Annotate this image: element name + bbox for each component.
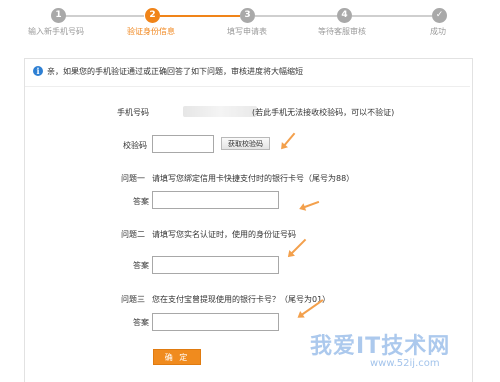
watermark-logo: 我爱IT技术网 [310,334,451,359]
answer-3-label: 答案 [133,318,149,327]
step-1-circle: 1 [51,8,66,23]
step-4-circle: 4 [337,8,352,23]
masked-phone-number [183,106,257,117]
question-3-title: 问题三 [121,295,145,304]
step-2-label: 验证身份信息 [127,27,175,36]
step-5-label: 成功 [430,27,446,36]
phone-note: (若此手机无法接收校验码，可以不验证) [252,108,395,117]
info-icon: i [33,66,43,76]
step-connector [255,15,337,17]
question-2-title: 问题二 [121,230,145,239]
step-3-circle: 3 [240,8,255,23]
verification-code-input[interactable] [152,135,214,153]
code-label: 校验码 [123,141,147,150]
notice-text: 亲，如果您的手机验证通过或正确回答了如下问题，审核进度将大幅缩短 [47,67,303,76]
step-2-circle: 2 [145,8,160,23]
answer-1-label: 答案 [133,197,149,206]
watermark-url: www.52ij.com [370,358,440,369]
answer-2-label: 答案 [133,261,149,270]
question-1-title: 问题一 [121,174,145,183]
answer-2-input[interactable] [152,256,279,274]
question-3-text: 您在支付宝曾提现使用的银行卡号？（尾号为01） [152,295,331,304]
step-connector [352,15,432,17]
divider [25,86,470,87]
answer-3-input[interactable] [152,313,279,331]
confirm-button[interactable]: 确 定 [153,349,201,365]
step-connector [59,15,144,17]
step-1-label: 输入新手机号码 [28,27,84,36]
step-3-label: 填写申请表 [227,27,267,36]
get-code-button[interactable]: 获取校验码 [221,137,270,150]
step-connector [160,15,240,17]
question-1-text: 请填写您绑定信用卡快捷支付时的银行卡号（尾号为88） [152,174,355,183]
notice-bar: i 亲，如果您的手机验证通过或正确回答了如下问题，审核进度将大幅缩短 [33,66,463,78]
step-4-label: 等待客服审核 [318,27,366,36]
answer-1-input[interactable] [152,191,279,209]
progress-steps: 1 2 3 4 ✓ 输入新手机号码 验证身份信息 填写申请表 等待客服审核 成功 [0,0,500,45]
question-2-text: 请填写您实名认证时，使用的身份证号码 [152,230,296,239]
step-5-check-icon: ✓ [432,8,447,23]
phone-label: 手机号码 [117,108,149,117]
